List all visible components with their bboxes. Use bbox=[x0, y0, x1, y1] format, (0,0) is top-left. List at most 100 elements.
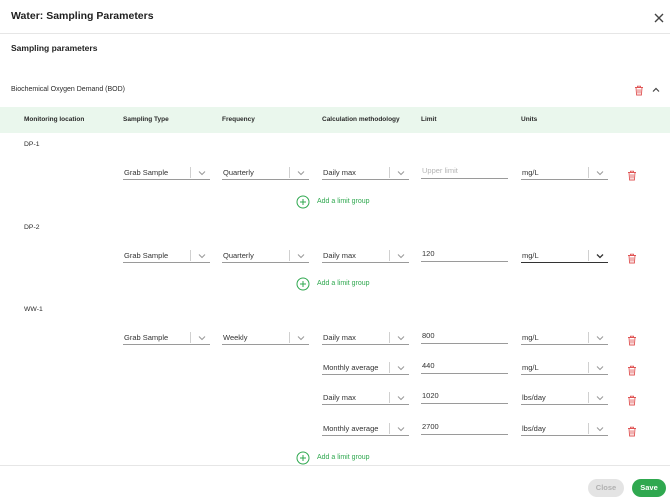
add-limit-group-label: Add a limit group bbox=[317, 198, 370, 205]
trash-icon[interactable] bbox=[627, 393, 637, 406]
limit-input-value: 800 bbox=[422, 331, 435, 340]
calculation-methodology-select-value: Daily max bbox=[323, 393, 356, 402]
chevron-down-icon bbox=[397, 364, 405, 371]
units-select[interactable]: mg/L bbox=[521, 360, 608, 375]
calculation-methodology-select[interactable]: Daily max bbox=[322, 330, 409, 345]
units-select[interactable]: mg/L bbox=[521, 330, 608, 345]
calculation-methodology-select[interactable]: Daily max bbox=[322, 248, 409, 263]
trash-icon[interactable] bbox=[627, 251, 637, 264]
monitoring-location-label: DP-1 bbox=[24, 141, 40, 148]
sampling-type-select-value: Grab Sample bbox=[124, 333, 169, 342]
header-limit: Limit bbox=[421, 116, 437, 123]
add-limit-group-button[interactable]: Add a limit group bbox=[296, 277, 376, 291]
calculation-methodology-select-value: Daily max bbox=[323, 251, 356, 260]
sampling-type-select[interactable]: Grab Sample bbox=[123, 165, 210, 180]
chevron-down-icon bbox=[596, 334, 604, 341]
calculation-methodology-select[interactable]: Daily max bbox=[322, 390, 409, 405]
footer-divider bbox=[0, 465, 670, 466]
chevron-down-icon bbox=[596, 364, 604, 371]
select-separator bbox=[190, 332, 191, 343]
chevron-down-icon bbox=[297, 334, 305, 341]
limit-input[interactable]: 800 bbox=[421, 329, 508, 344]
limit-input[interactable]: 120 bbox=[421, 247, 508, 262]
select-separator bbox=[588, 423, 589, 434]
chevron-down-icon bbox=[198, 169, 206, 176]
units-select-value: mg/L bbox=[522, 168, 539, 177]
close-icon[interactable] bbox=[652, 11, 666, 25]
chevron-down-icon bbox=[596, 169, 604, 176]
calculation-methodology-select-value: Monthly average bbox=[323, 424, 379, 433]
sampling-type-select[interactable]: Grab Sample bbox=[123, 248, 210, 263]
monitoring-location-label: WW-1 bbox=[24, 306, 43, 313]
frequency-select-value: Quarterly bbox=[223, 251, 254, 260]
header-monitoring-location: Monitoring location bbox=[24, 116, 85, 123]
header-sampling-type: Sampling Type bbox=[123, 116, 169, 123]
select-separator bbox=[389, 392, 390, 403]
trash-icon[interactable] bbox=[627, 333, 637, 346]
units-select-value: mg/L bbox=[522, 333, 539, 342]
chevron-down-icon bbox=[297, 169, 305, 176]
trash-icon[interactable] bbox=[634, 85, 644, 96]
select-separator bbox=[588, 250, 589, 261]
calculation-methodology-select-value: Daily max bbox=[323, 168, 356, 177]
frequency-select[interactable]: Weekly bbox=[222, 330, 309, 345]
select-separator bbox=[588, 392, 589, 403]
calculation-methodology-select-value: Daily max bbox=[323, 333, 356, 342]
chevron-down-icon bbox=[397, 394, 405, 401]
section-title: Sampling parameters bbox=[11, 43, 98, 53]
limit-input-value: 1020 bbox=[422, 391, 439, 400]
add-limit-group-button[interactable]: Add a limit group bbox=[296, 451, 376, 465]
calculation-methodology-select[interactable]: Monthly average bbox=[322, 421, 409, 436]
plus-circle-icon bbox=[296, 277, 310, 291]
units-select-value: mg/L bbox=[522, 251, 539, 260]
limit-input[interactable]: 440 bbox=[421, 359, 508, 374]
chevron-down-icon bbox=[596, 394, 604, 401]
units-select-value: mg/L bbox=[522, 363, 539, 372]
select-separator bbox=[588, 362, 589, 373]
add-limit-group-label: Add a limit group bbox=[317, 280, 370, 287]
units-select[interactable]: lbs/day bbox=[521, 390, 608, 405]
limit-input-value: 120 bbox=[422, 249, 435, 258]
trash-icon[interactable] bbox=[627, 424, 637, 437]
select-separator bbox=[190, 250, 191, 261]
frequency-select[interactable]: Quarterly bbox=[222, 165, 309, 180]
sampling-type-select[interactable]: Grab Sample bbox=[123, 330, 210, 345]
chevron-down-icon bbox=[397, 252, 405, 259]
trash-icon[interactable] bbox=[627, 363, 637, 376]
select-separator bbox=[289, 250, 290, 261]
frequency-select[interactable]: Quarterly bbox=[222, 248, 309, 263]
select-separator bbox=[289, 332, 290, 343]
calculation-methodology-select[interactable]: Monthly average bbox=[322, 360, 409, 375]
select-separator bbox=[389, 332, 390, 343]
dialog-title: Water: Sampling Parameters bbox=[11, 10, 154, 22]
limit-input[interactable]: 2700 bbox=[421, 420, 508, 435]
select-separator bbox=[389, 362, 390, 373]
monitoring-location-label: DP-2 bbox=[24, 224, 40, 231]
add-limit-group-label: Add a limit group bbox=[317, 454, 370, 461]
chevron-down-icon bbox=[397, 425, 405, 432]
select-separator bbox=[389, 250, 390, 261]
close-button[interactable]: Close bbox=[588, 479, 624, 497]
limit-input[interactable]: 1020 bbox=[421, 389, 508, 404]
chevron-up-icon[interactable] bbox=[651, 85, 661, 95]
trash-icon[interactable] bbox=[627, 168, 637, 181]
select-separator bbox=[389, 167, 390, 178]
limit-input-value: 2700 bbox=[422, 422, 439, 431]
limit-input[interactable]: Upper limit bbox=[421, 164, 508, 179]
chevron-down-icon bbox=[198, 334, 206, 341]
units-select[interactable]: mg/L bbox=[521, 248, 608, 263]
units-select[interactable]: lbs/day bbox=[521, 421, 608, 436]
frequency-select-value: Weekly bbox=[223, 333, 248, 342]
header-calculation-methodology: Calculation methodology bbox=[322, 116, 400, 123]
chevron-down-icon bbox=[198, 252, 206, 259]
select-separator bbox=[588, 332, 589, 343]
save-button[interactable]: Save bbox=[632, 479, 666, 497]
calculation-methodology-select[interactable]: Daily max bbox=[322, 165, 409, 180]
select-separator bbox=[190, 167, 191, 178]
limit-input-placeholder: Upper limit bbox=[422, 166, 458, 175]
add-limit-group-button[interactable]: Add a limit group bbox=[296, 195, 376, 209]
divider bbox=[0, 33, 670, 34]
units-select[interactable]: mg/L bbox=[521, 165, 608, 180]
sampling-type-select-value: Grab Sample bbox=[124, 251, 169, 260]
units-select-value: lbs/day bbox=[522, 424, 546, 433]
